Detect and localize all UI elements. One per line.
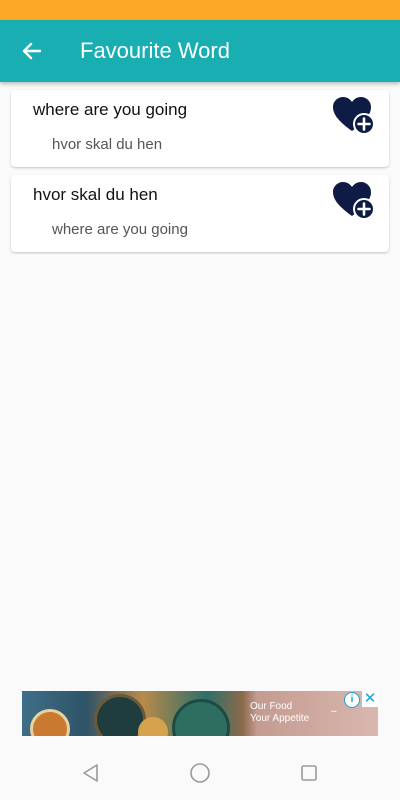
ad-logo: ~	[330, 707, 338, 717]
favourite-word-card[interactable]: where are you going hvor skal du hen	[11, 90, 389, 167]
arrow-left-icon	[22, 42, 41, 60]
nav-recents-button[interactable]	[298, 762, 320, 784]
circle-home-icon	[190, 763, 210, 783]
ad-banner[interactable]: Our Food Your Appetite ~ i ✕	[22, 691, 378, 736]
close-icon[interactable]: ✕	[362, 691, 378, 707]
nav-back-button[interactable]	[80, 762, 102, 784]
status-bar	[0, 0, 400, 20]
back-button[interactable]	[14, 34, 48, 68]
word-text: where are you going	[33, 100, 188, 119]
word-text: hvor skal du hen	[33, 185, 158, 204]
heart-plus-icon	[333, 97, 375, 135]
ad-food-image	[172, 699, 230, 736]
ad-food-image	[138, 717, 168, 736]
favourite-word-card[interactable]: hvor skal du hen where are you going	[11, 175, 389, 252]
favourite-toggle-button[interactable]	[332, 181, 376, 221]
ad-text: Our Food Your Appetite	[250, 701, 320, 725]
system-nav-bar	[0, 746, 400, 800]
square-recents-icon	[301, 765, 317, 781]
translation-text: where are you going	[52, 221, 188, 238]
page-title: Favourite Word	[80, 38, 230, 63]
ad-text-line: Our Food	[250, 701, 293, 712]
translation-text: hvor skal du hen	[52, 136, 163, 153]
info-icon[interactable]: i	[344, 692, 360, 708]
heart-plus-icon	[333, 182, 375, 220]
app-bar: Favourite Word	[0, 20, 400, 82]
ad-food-image	[30, 709, 70, 736]
nav-home-button[interactable]	[189, 762, 211, 784]
favourite-toggle-button[interactable]	[332, 96, 376, 136]
triangle-back-icon	[83, 764, 98, 782]
ad-text-line: Your Appetite	[250, 713, 310, 724]
